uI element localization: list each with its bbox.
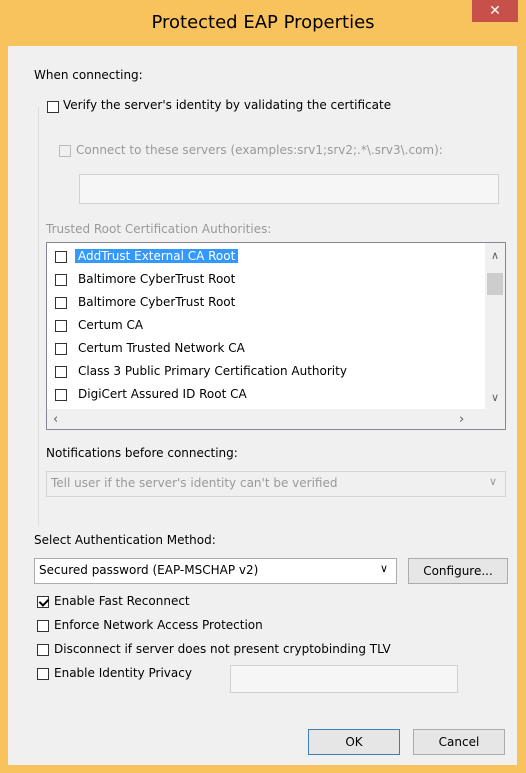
list-item[interactable]: AddTrust External CA Root xyxy=(55,247,475,267)
authority-checkbox[interactable] xyxy=(55,389,67,401)
connect-servers-input[interactable] xyxy=(79,174,499,204)
cancel-button[interactable]: Cancel xyxy=(413,729,505,755)
list-item[interactable]: Baltimore CyberTrust Root xyxy=(55,270,475,290)
list-item[interactable]: Certum CA xyxy=(55,316,475,336)
identity-privacy-checkbox[interactable] xyxy=(37,668,49,680)
dialog-client-area: When connecting: Verify the server's ide… xyxy=(8,46,517,765)
nap-label[interactable]: Enforce Network Access Protection xyxy=(54,618,263,632)
scrollbar-corner xyxy=(485,409,505,429)
fast-reconnect-label[interactable]: Enable Fast Reconnect xyxy=(54,594,190,608)
authority-label: Certum Trusted Network CA xyxy=(78,341,245,355)
auth-method-select[interactable]: Secured password (EAP-MSCHAP v2) ∨ xyxy=(34,558,397,584)
title-bar[interactable]: Protected EAP Properties ✕ xyxy=(0,0,526,46)
vertical-scroll-thumb[interactable] xyxy=(487,273,503,295)
trusted-root-heading: Trusted Root Certification Authorities: xyxy=(46,222,272,236)
authority-checkbox[interactable] xyxy=(55,297,67,309)
notifications-heading: Notifications before connecting: xyxy=(46,446,238,460)
authority-checkbox[interactable] xyxy=(55,320,67,332)
horizontal-scrollbar[interactable]: ‹ › xyxy=(47,409,485,429)
scroll-right-arrow-icon[interactable]: › xyxy=(459,412,464,427)
vertical-scrollbar[interactable]: ∧ ∨ xyxy=(485,243,505,409)
chevron-down-icon: ∨ xyxy=(379,562,388,575)
auth-method-value: Secured password (EAP-MSCHAP v2) xyxy=(39,563,259,577)
cryptobinding-checkbox[interactable] xyxy=(37,644,49,656)
authority-label: Baltimore CyberTrust Root xyxy=(78,272,236,286)
window-title: Protected EAP Properties xyxy=(151,12,375,33)
ok-button[interactable]: OK xyxy=(308,729,400,755)
authority-checkbox[interactable] xyxy=(55,366,67,378)
authority-checkbox[interactable] xyxy=(55,343,67,355)
connect-servers-label: Connect to these servers (examples:srv1;… xyxy=(76,143,443,157)
connect-servers-checkbox[interactable] xyxy=(59,145,71,157)
authority-label: AddTrust External CA Root xyxy=(75,249,239,263)
list-item[interactable]: DigiCert Assured ID Root CA xyxy=(55,385,475,405)
fast-reconnect-checkbox[interactable] xyxy=(37,596,49,608)
scroll-left-arrow-icon[interactable]: ‹ xyxy=(53,412,58,427)
scroll-up-arrow-icon[interactable]: ∧ xyxy=(491,249,499,262)
notifications-select[interactable]: Tell user if the server's identity can't… xyxy=(46,471,506,497)
cryptobinding-label[interactable]: Disconnect if server does not present cr… xyxy=(54,642,391,656)
auth-method-heading: Select Authentication Method: xyxy=(34,533,216,547)
identity-privacy-input[interactable] xyxy=(230,665,458,693)
list-item[interactable]: Certum Trusted Network CA xyxy=(55,339,475,359)
list-item[interactable]: Class 3 Public Primary Certification Aut… xyxy=(55,362,475,382)
authority-label: Class 3 Public Primary Certification Aut… xyxy=(78,364,347,378)
identity-privacy-label[interactable]: Enable Identity Privacy xyxy=(54,666,192,680)
authority-checkbox[interactable] xyxy=(55,274,67,286)
authority-label: Baltimore CyberTrust Root xyxy=(78,295,236,309)
close-button[interactable]: ✕ xyxy=(472,0,518,22)
verify-identity-label[interactable]: Verify the server's identity by validati… xyxy=(63,98,391,112)
when-connecting-heading: When connecting: xyxy=(34,68,143,82)
close-icon: ✕ xyxy=(489,3,501,19)
scroll-down-arrow-icon[interactable]: ∨ xyxy=(491,391,499,404)
nap-checkbox[interactable] xyxy=(37,620,49,632)
dialog-window: Protected EAP Properties ✕ When connecti… xyxy=(0,0,526,773)
authority-label: Certum CA xyxy=(78,318,144,332)
configure-button[interactable]: Configure... xyxy=(408,558,508,584)
trusted-root-list[interactable]: AddTrust External CA Root Baltimore Cybe… xyxy=(46,242,506,430)
authority-checkbox[interactable] xyxy=(55,251,67,263)
authority-label: DigiCert Assured ID Root CA xyxy=(78,387,247,401)
notifications-value: Tell user if the server's identity can't… xyxy=(51,476,338,490)
chevron-down-icon: ∨ xyxy=(488,475,497,488)
verify-identity-checkbox[interactable] xyxy=(47,101,59,113)
list-item[interactable]: Baltimore CyberTrust Root xyxy=(55,293,475,313)
